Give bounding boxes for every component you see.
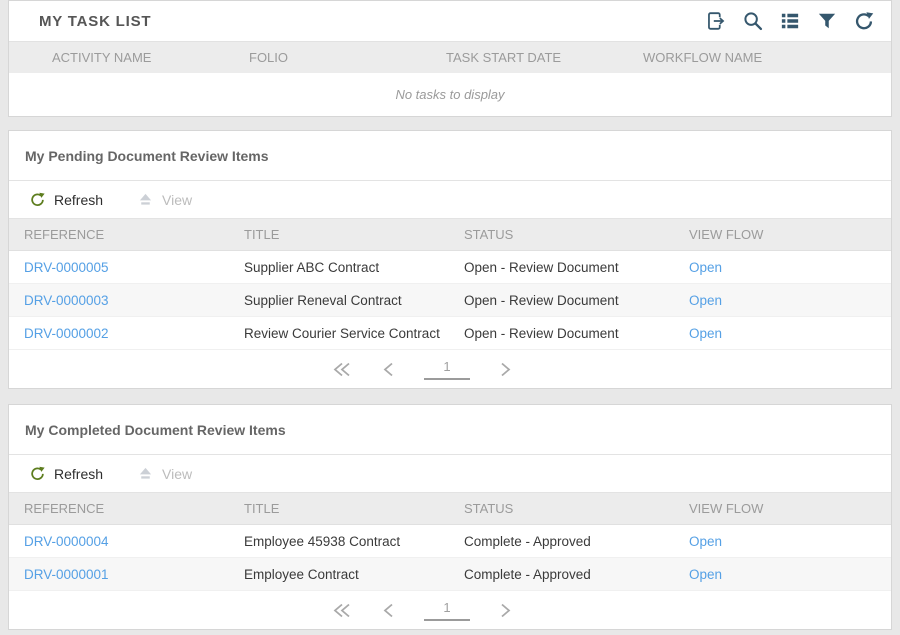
table-row: DRV-0000002 Review Courier Service Contr… [9, 317, 891, 350]
completed-panel-title: My Completed Document Review Items [9, 405, 891, 455]
table-row: DRV-0000001 Employee Contract Complete -… [9, 558, 891, 591]
list-view-icon[interactable] [779, 10, 801, 32]
next-page-button[interactable] [496, 360, 514, 379]
eject-icon [137, 465, 154, 482]
status-cell: Open - Review Document [464, 293, 689, 308]
refresh-label: Refresh [54, 466, 103, 482]
task-list-title: MY TASK LIST [39, 13, 151, 30]
column-workflow-name: WORKFLOW NAME [643, 50, 891, 65]
completed-column-headers: REFERENCE TITLE STATUS VIEW FLOW [9, 493, 891, 525]
refresh-icon [29, 191, 46, 208]
status-cell: Complete - Approved [464, 567, 689, 582]
status-cell: Open - Review Document [464, 260, 689, 275]
empty-message: No tasks to display [9, 73, 891, 116]
refresh-button[interactable]: Refresh [29, 465, 103, 482]
filter-icon[interactable] [816, 10, 838, 32]
completed-pagination: 1 [0, 591, 863, 629]
status-cell: Complete - Approved [464, 534, 689, 549]
title-cell: Review Courier Service Contract [244, 326, 464, 341]
title-cell: Employee Contract [244, 567, 464, 582]
view-button[interactable]: View [137, 191, 192, 208]
completed-review-panel: My Completed Document Review Items Refre… [8, 404, 892, 630]
title-cell: Supplier Reneval Contract [244, 293, 464, 308]
export-icon[interactable] [705, 10, 727, 32]
view-flow-link[interactable]: Open [689, 326, 891, 341]
page-number-input[interactable]: 1 [424, 600, 470, 621]
refresh-icon [29, 465, 46, 482]
status-cell: Open - Review Document [464, 326, 689, 341]
pending-toolbar: Refresh View [9, 181, 891, 219]
view-flow-link[interactable]: Open [689, 567, 891, 582]
view-flow-link[interactable]: Open [689, 534, 891, 549]
column-reference: REFERENCE [24, 227, 244, 242]
column-reference: REFERENCE [24, 501, 244, 516]
column-status: STATUS [464, 227, 689, 242]
pending-review-panel: My Pending Document Review Items Refresh… [8, 130, 892, 389]
column-view-flow: VIEW FLOW [689, 501, 891, 516]
view-flow-link[interactable]: Open [689, 293, 891, 308]
table-row: DRV-0000004 Employee 45938 Contract Comp… [9, 525, 891, 558]
page: MY TASK LIST ACTIVITY NAME FOLIO TASK ST… [0, 0, 900, 630]
eject-icon [137, 191, 154, 208]
reference-link[interactable]: DRV-0000003 [24, 293, 244, 308]
refresh-label: Refresh [54, 192, 103, 208]
my-task-list-panel: MY TASK LIST ACTIVITY NAME FOLIO TASK ST… [8, 0, 892, 117]
completed-toolbar: Refresh View [9, 455, 891, 493]
task-list-toolbar [705, 10, 875, 32]
title-cell: Supplier ABC Contract [244, 260, 464, 275]
refresh-button[interactable]: Refresh [29, 191, 103, 208]
refresh-icon[interactable] [853, 10, 875, 32]
search-icon[interactable] [742, 10, 764, 32]
table-row: DRV-0000003 Supplier Reneval Contract Op… [9, 284, 891, 317]
view-button[interactable]: View [137, 465, 192, 482]
column-activity-name: ACTIVITY NAME [52, 50, 249, 65]
next-page-button[interactable] [496, 601, 514, 620]
title-cell: Employee 45938 Contract [244, 534, 464, 549]
view-label: View [162, 192, 192, 208]
view-flow-link[interactable]: Open [689, 260, 891, 275]
view-label: View [162, 466, 192, 482]
column-status: STATUS [464, 501, 689, 516]
pending-column-headers: REFERENCE TITLE STATUS VIEW FLOW [9, 219, 891, 251]
column-task-start-date: TASK START DATE [446, 50, 643, 65]
pending-panel-title: My Pending Document Review Items [9, 131, 891, 181]
task-list-header: MY TASK LIST [9, 1, 891, 41]
reference-link[interactable]: DRV-0000004 [24, 534, 244, 549]
task-list-column-headers: ACTIVITY NAME FOLIO TASK START DATE WORK… [9, 41, 891, 73]
column-title: TITLE [244, 227, 464, 242]
prev-page-button[interactable] [380, 601, 398, 620]
first-page-button[interactable] [330, 360, 354, 379]
column-folio: FOLIO [249, 50, 446, 65]
column-view-flow: VIEW FLOW [689, 227, 891, 242]
column-title: TITLE [244, 501, 464, 516]
first-page-button[interactable] [330, 601, 354, 620]
reference-link[interactable]: DRV-0000005 [24, 260, 244, 275]
pending-pagination: 1 [0, 350, 863, 388]
prev-page-button[interactable] [380, 360, 398, 379]
reference-link[interactable]: DRV-0000002 [24, 326, 244, 341]
reference-link[interactable]: DRV-0000001 [24, 567, 244, 582]
page-number-input[interactable]: 1 [424, 359, 470, 380]
table-row: DRV-0000005 Supplier ABC Contract Open -… [9, 251, 891, 284]
